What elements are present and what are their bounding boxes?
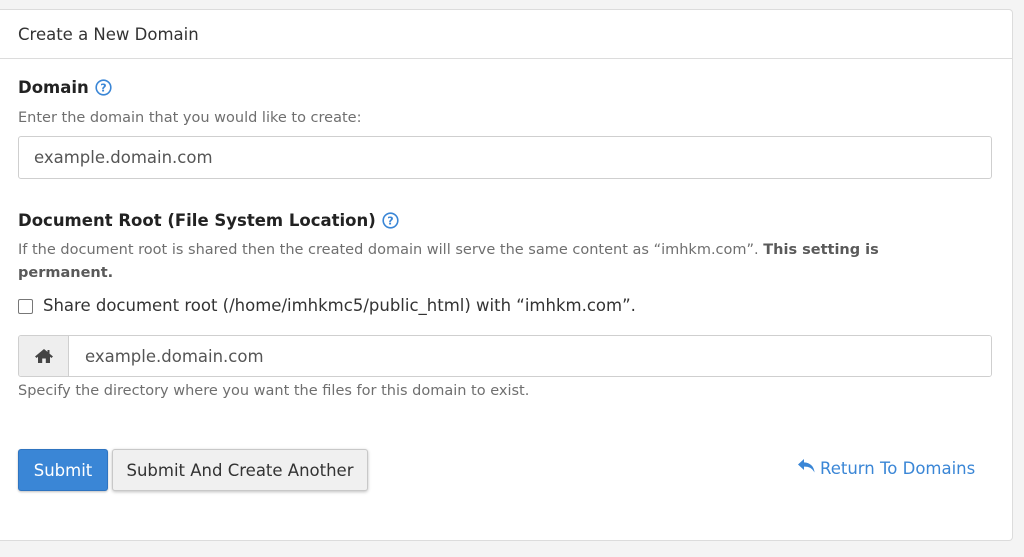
- docroot-path-group: [18, 335, 992, 377]
- svg-text:?: ?: [100, 82, 106, 95]
- docroot-hint: If the document root is shared then the …: [18, 239, 918, 285]
- home-icon: [19, 336, 69, 376]
- submit-and-create-another-button[interactable]: Submit And Create Another: [112, 449, 368, 491]
- docroot-hint-text: If the document root is shared then the …: [18, 242, 759, 258]
- docroot-label-text: Document Root (File System Location): [18, 211, 376, 230]
- return-to-domains-label[interactable]: Return To Domains: [820, 459, 975, 478]
- docroot-path-hint: Specify the directory where you want the…: [18, 383, 530, 399]
- share-docroot-checkbox[interactable]: [18, 299, 33, 314]
- share-docroot-row[interactable]: Share document root (/home/imhkmc5/publi…: [18, 296, 636, 315]
- submit-button[interactable]: Submit: [18, 449, 108, 491]
- reply-arrow-icon: [797, 458, 820, 478]
- domain-hint: Enter the domain that you would like to …: [18, 110, 362, 126]
- domain-input[interactable]: [18, 136, 992, 179]
- docroot-path-input[interactable]: [69, 336, 991, 376]
- create-domain-panel: Create a New Domain Domain ? Enter the d…: [0, 9, 1013, 541]
- question-circle-icon[interactable]: ?: [382, 212, 399, 229]
- share-docroot-label[interactable]: Share document root (/home/imhkmc5/publi…: [43, 296, 636, 315]
- domain-label: Domain ?: [18, 78, 112, 97]
- question-circle-icon[interactable]: ?: [95, 79, 112, 96]
- docroot-label: Document Root (File System Location) ?: [18, 211, 399, 230]
- panel-title: Create a New Domain: [0, 10, 1012, 59]
- domain-label-text: Domain: [18, 78, 89, 97]
- svg-text:?: ?: [387, 215, 393, 228]
- return-to-domains-link[interactable]: Return To Domains: [797, 458, 975, 478]
